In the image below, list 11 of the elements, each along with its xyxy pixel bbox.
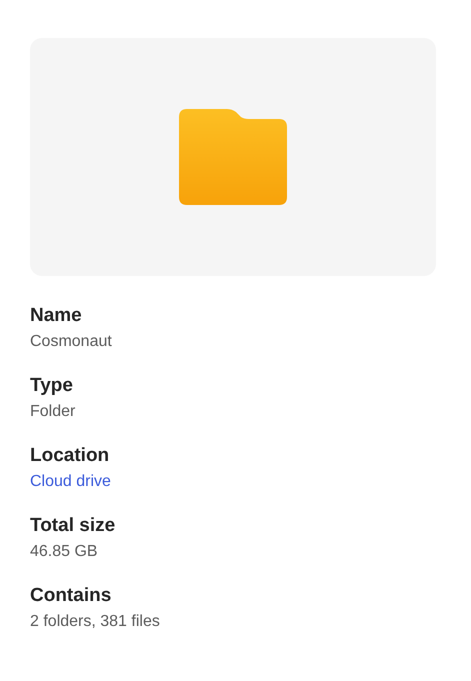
property-label: Total size [30,514,116,538]
property-value: 46.85 GB [30,542,99,562]
property-value: Cosmonaut [30,332,113,352]
property-label: Contains [30,584,112,608]
property-label: Location [30,444,110,468]
property-label: Name [30,304,83,328]
property-label: Type [30,374,74,398]
folder-icon [179,109,287,205]
property-value: 2 folders, 381 files [30,612,161,632]
property-value: Folder [30,402,76,422]
location-link[interactable]: Cloud drive [30,471,111,493]
